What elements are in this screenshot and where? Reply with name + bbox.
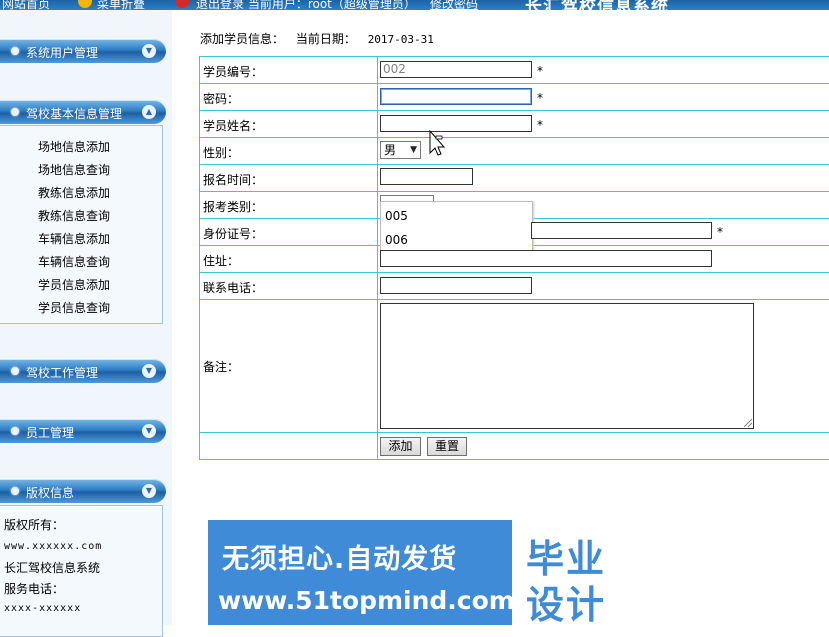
sidebar-item-vehicle-add[interactable]: 车辆信息添加 [38, 230, 110, 247]
chevron-down-icon[interactable]: ▼ [142, 484, 156, 498]
sidebar-item-vehicle-query[interactable]: 车辆信息查询 [38, 253, 110, 270]
gender-select[interactable]: 男 ▼ [380, 141, 421, 159]
panel-title: 版权信息 [26, 486, 75, 500]
chevron-down-icon[interactable]: ▼ [142, 424, 156, 438]
dropdown-option[interactable]: 005 [385, 209, 408, 223]
gender-label: 性别： [203, 146, 240, 160]
panel-title: 系统用户管理 [26, 46, 99, 60]
date-value: 2017-03-31 [367, 33, 434, 46]
exam-type-label: 报考类别： [203, 200, 264, 214]
table-row: 性别： [200, 138, 829, 165]
sidebar-item-coach-add[interactable]: 教练信息添加 [38, 184, 110, 201]
table-row: 报名时间： [200, 165, 829, 192]
watermark-tag-line2: 设计 [526, 583, 607, 625]
watermark-tag: 毕业 设计 [512, 520, 621, 625]
watermark-url: www.51topmind.com [218, 586, 515, 615]
top-bar: 网站首页 菜单折叠 退出登录 当前用户：root（超级管理员） 修改密码 长汇驾… [0, 0, 829, 10]
bullet-icon [11, 47, 19, 55]
remark-label: 备注： [203, 360, 240, 374]
watermark-slogan: 无须担心.自动发货 [222, 544, 458, 575]
panel-title: 员工管理 [26, 426, 75, 440]
date-label: 当前日期： [295, 32, 356, 46]
menu-collapse-icon [78, 0, 92, 8]
table-row [200, 433, 829, 460]
password-input[interactable] [380, 88, 532, 105]
id-number-input[interactable] [531, 222, 712, 239]
panel-body-school-info: 场地信息添加 场地信息查询 教练信息添加 教练信息查询 车辆信息添加 车辆信息查… [0, 125, 163, 324]
sidebar-item-venue-query[interactable]: 场地信息查询 [38, 161, 110, 178]
phone-label: 联系电话： [203, 281, 264, 295]
topbar-logout-link[interactable]: 退出登录 当前用户：root（超级管理员） [196, 0, 416, 10]
mouse-cursor-icon [429, 130, 446, 156]
required-mark: * [717, 225, 723, 239]
address-input[interactable] [380, 250, 712, 267]
register-time-input[interactable] [380, 168, 473, 185]
required-mark: * [537, 64, 543, 78]
bullet-icon [11, 427, 19, 435]
remark-textarea[interactable] [380, 303, 754, 429]
chevron-up-icon[interactable]: ▲ [142, 105, 156, 119]
exam-type-dropdown: 005 006 [380, 201, 533, 253]
password-label: 密码： [203, 92, 240, 106]
copyright-website: www.xxxxxx.com [4, 541, 103, 552]
register-time-label: 报名时间： [203, 173, 264, 187]
topbar-collapse-link[interactable]: 菜单折叠 [97, 0, 145, 10]
sidebar-item-student-query[interactable]: 学员信息查询 [38, 299, 110, 316]
topbar-home-link[interactable]: 网站首页 [2, 0, 50, 10]
panel-title: 驾校基本信息管理 [26, 107, 123, 121]
address-label: 住址： [203, 254, 240, 268]
panel-header-copyright[interactable]: 版权信息 ▼ [0, 479, 166, 503]
panel-header-system-users[interactable]: 系统用户管理 ▼ [0, 39, 166, 63]
panel-header-staff[interactable]: 员工管理 ▼ [0, 419, 166, 443]
required-mark: * [537, 91, 543, 105]
student-id-label: 学员编号： [203, 65, 264, 79]
bullet-icon [11, 487, 19, 495]
add-button[interactable]: 添加 [380, 437, 421, 456]
student-id-input[interactable]: 002 [380, 61, 532, 78]
sidebar-item-coach-query[interactable]: 教练信息查询 [38, 207, 110, 224]
id-number-label: 身份证号： [203, 227, 264, 241]
panel-header-school-info[interactable]: 驾校基本信息管理 ▲ [0, 100, 166, 124]
bullet-icon [11, 108, 19, 116]
reset-button[interactable]: 重置 [427, 437, 467, 456]
panel-title: 驾校工作管理 [26, 366, 99, 380]
bullet-icon [11, 367, 19, 375]
copyright-phone-label: 服务电话： [4, 582, 65, 596]
name-input[interactable] [380, 115, 532, 132]
phone-input[interactable] [380, 277, 532, 294]
panel-body-copyright: 版权所有： www.xxxxxx.com 长汇驾校信息系统 服务电话： xxxx… [0, 505, 163, 637]
sidebar-item-venue-add[interactable]: 场地信息添加 [38, 138, 110, 155]
name-label: 学员姓名： [203, 119, 264, 133]
dropdown-arrow-icon: ▼ [410, 145, 417, 155]
topbar-change-password-link[interactable]: 修改密码 [430, 0, 478, 10]
logout-icon [175, 0, 189, 8]
dropdown-option[interactable]: 006 [385, 233, 408, 247]
watermark-banner: 无须担心.自动发货 www.51topmind.com 毕业 设计 [208, 520, 621, 625]
sidebar-item-student-add[interactable]: 学员信息添加 [38, 276, 110, 293]
page-title: 添加学员信息： 当前日期： 2017-03-31 [200, 30, 434, 47]
copyright-owner-label: 版权所有： [4, 518, 65, 532]
sidebar: 系统用户管理 ▼ 驾校基本信息管理 ▲ 场地信息添加 场地信息查询 教练信息添加… [0, 10, 172, 637]
chevron-down-icon[interactable]: ▼ [142, 364, 156, 378]
gender-value: 男 [384, 143, 397, 157]
form-title: 添加学员信息： [200, 32, 285, 46]
chevron-down-icon[interactable]: ▼ [142, 44, 156, 58]
system-title: 长汇驾校信息系统 [525, 0, 669, 10]
resize-grip-icon[interactable] [744, 419, 752, 427]
panel-header-school-work[interactable]: 驾校工作管理 ▼ [0, 359, 166, 383]
copyright-phone: xxxx-xxxxxx [4, 603, 82, 614]
required-mark: * [537, 118, 543, 132]
copyright-system-name: 长汇驾校信息系统 [4, 561, 101, 575]
